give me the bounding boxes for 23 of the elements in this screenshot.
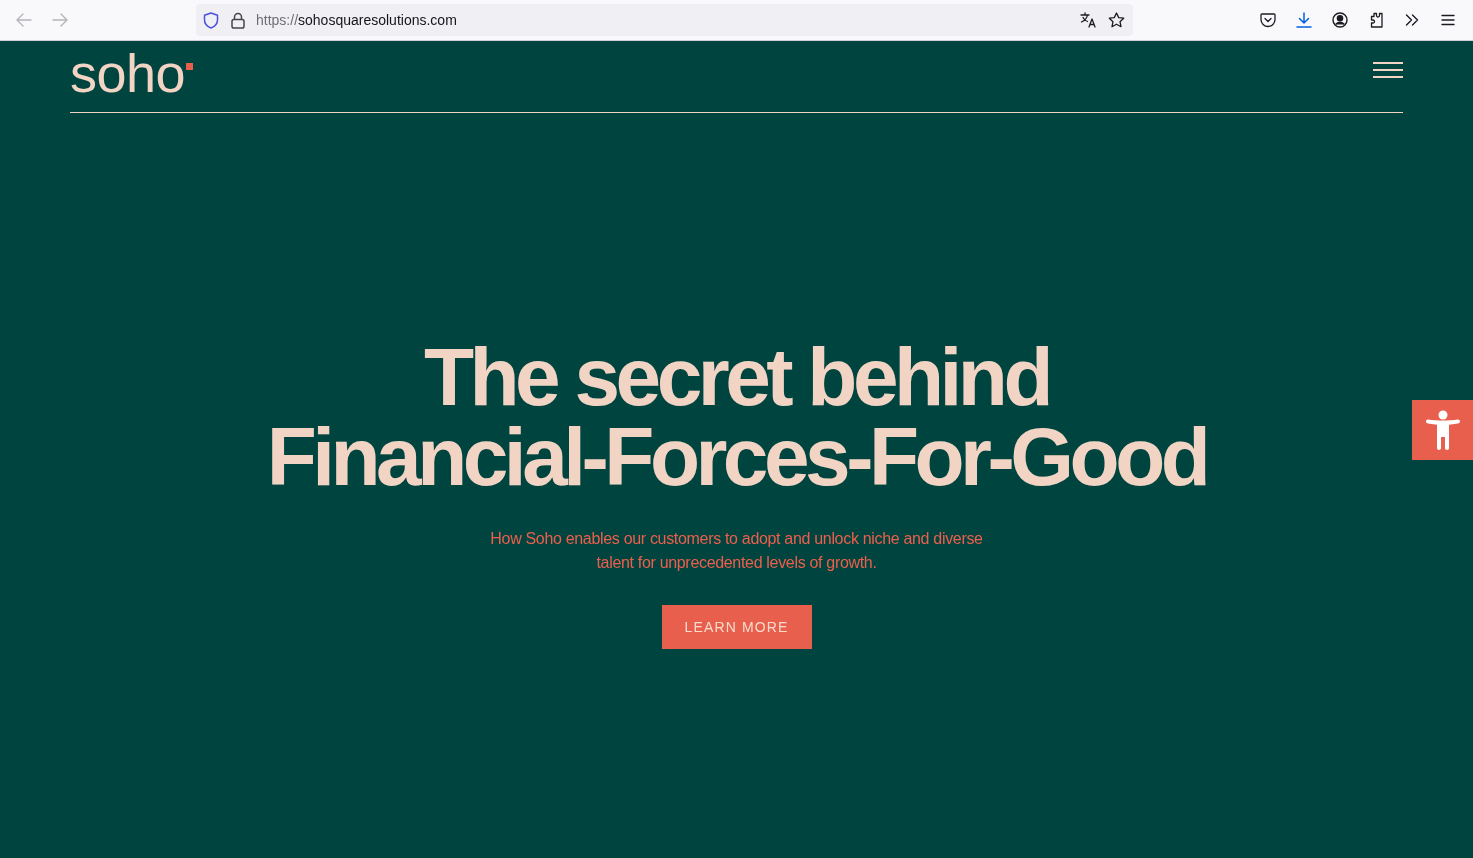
chevrons-right-icon <box>1405 14 1419 26</box>
lock-icon[interactable] <box>231 11 245 29</box>
accessibility-icon <box>1423 410 1462 450</box>
heading-line: Financial-Forces-For-Good <box>266 417 1207 497</box>
account-icon <box>1332 12 1348 28</box>
download-icon <box>1296 12 1312 28</box>
pocket-icon <box>1260 12 1276 28</box>
menu-button[interactable] <box>1373 62 1403 79</box>
arrow-left-icon <box>16 13 32 27</box>
translate-icon[interactable] <box>1080 12 1097 28</box>
heading-line: The secret behind <box>423 337 1049 417</box>
star-icon[interactable] <box>1108 12 1125 28</box>
address-bar[interactable]: https://sohosquaresolutions.com <box>196 4 1133 36</box>
hero-subtitle: How Soho enables our customers to adopt and unlock niche and diverse talent for unprecedented levels of growth. <box>489 529 984 573</box>
puzzle-icon <box>1368 12 1384 28</box>
menu-icon <box>1441 14 1455 26</box>
url-text[interactable]: https://sohosquaresolutions.com <box>256 9 457 31</box>
logo-square-icon <box>185 63 193 70</box>
shield-icon[interactable] <box>203 11 219 29</box>
logo-text[interactable]: soho <box>70 50 185 96</box>
arrow-right-icon <box>52 13 68 27</box>
accessibility-button[interactable] <box>1412 400 1473 460</box>
menu-icon <box>1373 62 1403 79</box>
